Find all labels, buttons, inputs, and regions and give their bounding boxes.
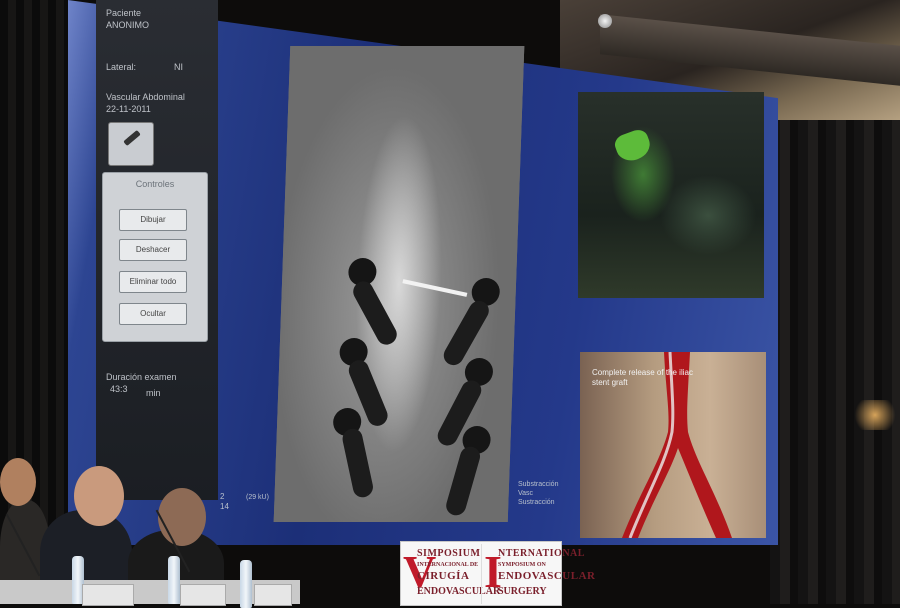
pedicle-screw bbox=[440, 297, 493, 369]
undo-button[interactable]: Deshacer bbox=[119, 239, 187, 261]
banner-line: ENDOVASCULAR bbox=[498, 570, 596, 582]
xray-frame-number: 2 bbox=[220, 492, 225, 501]
water-bottle bbox=[168, 556, 180, 604]
panel-study-date: 22-11-2011 bbox=[106, 104, 151, 114]
banner-spanish: V SIMPOSIUM INTERNACIONAL DE CIRUGÍA END… bbox=[401, 544, 500, 604]
draw-tool-button[interactable] bbox=[108, 122, 154, 166]
panelist-2-head bbox=[74, 466, 124, 526]
water-bottle bbox=[240, 560, 252, 608]
banner-line: NTERNATIONAL bbox=[498, 548, 585, 559]
imaging-control-panel: Paciente ANONIMO Lateral: NI Vascular Ab… bbox=[96, 0, 218, 500]
xray-frame-count: 14 bbox=[220, 502, 229, 511]
panel-patient-label: Paciente bbox=[106, 8, 142, 18]
stent-graft-animation: Complete release of the iliac stent graf… bbox=[580, 352, 766, 538]
banner-line: SYMPOSIUM ON bbox=[498, 562, 546, 568]
xray-mode-labels: Substracción Vasc Sustracción bbox=[518, 480, 558, 507]
surgery-video-feed bbox=[578, 92, 764, 298]
hide-button[interactable]: Ocultar bbox=[119, 303, 187, 325]
panelist-3-head bbox=[158, 488, 206, 546]
banner-line: SURGERY bbox=[498, 586, 547, 597]
guide-wire bbox=[402, 279, 468, 297]
controls-title: Controles bbox=[135, 179, 175, 189]
banner-line: INTERNACIONAL DE bbox=[417, 562, 479, 568]
xray-frame-info: 2 14 bbox=[220, 492, 229, 512]
ceiling-light-icon bbox=[598, 14, 612, 28]
banner-line: CIRUGÍA bbox=[417, 570, 470, 582]
xray-mode-label: Sustracción bbox=[518, 499, 555, 506]
surgeon-mask bbox=[612, 127, 654, 165]
pedicle-screw bbox=[443, 444, 483, 518]
name-card bbox=[180, 584, 226, 606]
pen-icon bbox=[123, 129, 141, 147]
panel-study-name: Vascular Abdominal bbox=[106, 92, 185, 102]
panel-side-label: Lateral: bbox=[106, 62, 137, 72]
exam-duration-label: Duración examen bbox=[106, 372, 177, 382]
xray-dose-label: (29 kU) bbox=[246, 494, 269, 501]
xray-mode-label: Vasc bbox=[518, 490, 534, 497]
fluoroscopy-image bbox=[273, 46, 525, 522]
name-card bbox=[254, 584, 292, 606]
panel-side-value: NI bbox=[174, 62, 183, 72]
panelist-1-head bbox=[0, 458, 36, 506]
pedicle-screw bbox=[340, 426, 375, 500]
symposium-banner: V SIMPOSIUM INTERNACIONAL DE CIRUGÍA END… bbox=[400, 541, 595, 606]
delete-all-button[interactable]: Eliminar todo bbox=[119, 271, 187, 293]
banner-english: I NTERNATIONAL SYMPOSIUM ON ENDOVASCULAR… bbox=[481, 544, 595, 604]
exam-duration-unit: min bbox=[146, 388, 161, 398]
exam-duration-value: 43:3 bbox=[110, 384, 128, 394]
draw-button[interactable]: Dibujar bbox=[119, 209, 187, 231]
name-card bbox=[82, 584, 134, 606]
graft-caption: Complete release of the iliac stent graf… bbox=[592, 368, 693, 387]
panel-patient-name: ANONIMO bbox=[106, 20, 150, 30]
xray-mode-label: Substracción bbox=[518, 481, 559, 488]
banner-line: SIMPOSIUM bbox=[417, 548, 481, 559]
wall-light bbox=[850, 400, 900, 430]
curtain-right bbox=[770, 120, 900, 604]
controls-box: Controles Dibujar Deshacer Eliminar todo… bbox=[102, 172, 208, 342]
